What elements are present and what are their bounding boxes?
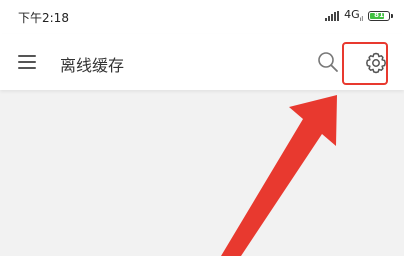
battery-icon: 81: [368, 10, 393, 21]
status-bar: 下午2:18 4Gıl 81: [0, 0, 404, 34]
status-time: 下午2:18: [18, 11, 69, 25]
menu-button[interactable]: [14, 50, 40, 74]
search-button[interactable]: [316, 50, 340, 74]
battery-level: 81: [374, 10, 384, 19]
network-type: 4Gıl: [344, 8, 363, 24]
app-toolbar: 离线缓存: [0, 34, 404, 90]
signal-strength-icon: [325, 10, 340, 21]
settings-button[interactable]: [364, 51, 388, 75]
page-title: 离线缓存: [60, 56, 125, 75]
gear-icon: [366, 52, 386, 74]
search-icon: [318, 52, 338, 72]
status-indicators: 4Gıl 81: [325, 8, 393, 24]
